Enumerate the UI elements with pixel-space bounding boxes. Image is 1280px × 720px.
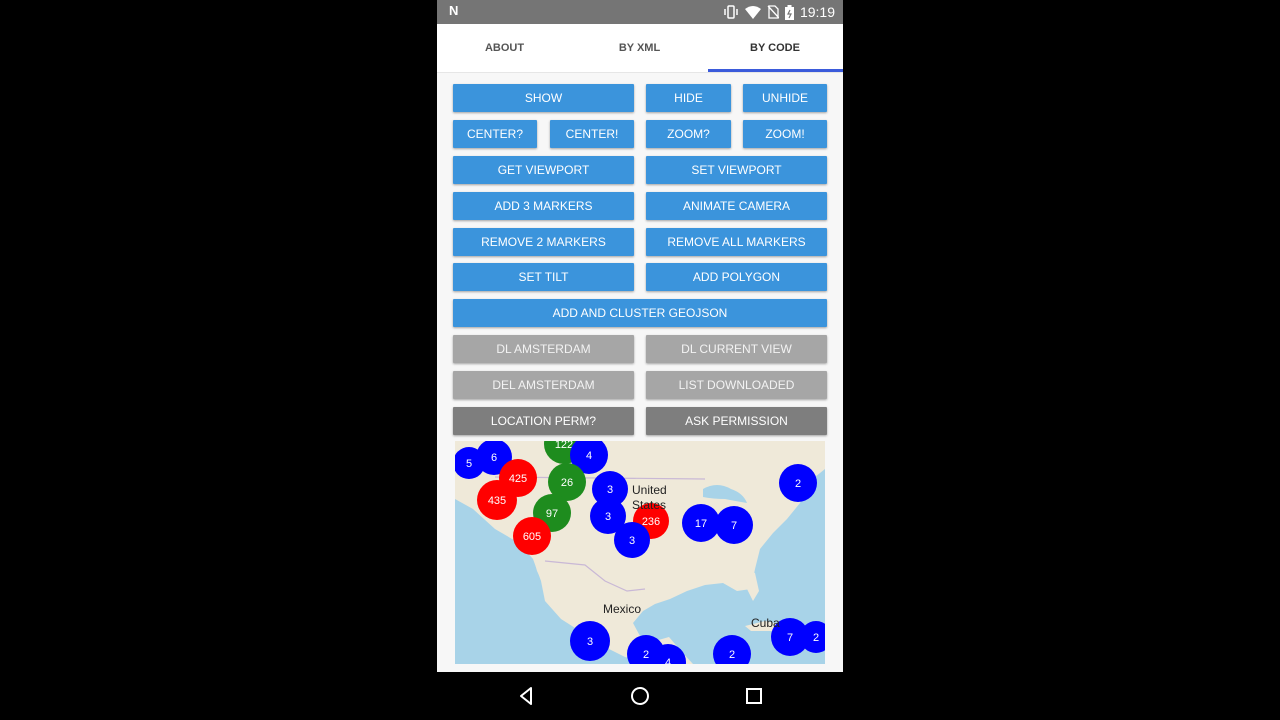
tab-by-xml[interactable]: BY XML <box>572 24 707 72</box>
cluster-count: 7 <box>731 520 737 532</box>
n-logo-icon: N <box>449 3 459 18</box>
cluster-count: 4 <box>586 450 592 462</box>
label-mexico: Mexico <box>603 602 642 616</box>
dl-current-view-button[interactable]: DL CURRENT VIEW <box>646 335 827 363</box>
cluster-count: 4 <box>665 657 671 664</box>
zoom-query-button[interactable]: ZOOM? <box>646 120 731 148</box>
cluster-count: 2 <box>795 478 801 490</box>
cluster-count: 6 <box>491 452 497 464</box>
set-tilt-button[interactable]: SET TILT <box>453 263 634 291</box>
unhide-button[interactable]: UNHIDE <box>743 84 827 112</box>
cluster-count: 5 <box>466 458 472 470</box>
cluster-count: 122 <box>555 441 573 451</box>
cluster-count: 425 <box>509 473 527 485</box>
set-viewport-button[interactable]: SET VIEWPORT <box>646 156 827 184</box>
cluster-marker[interactable]: 3 <box>614 522 650 558</box>
location-perm-button[interactable]: LOCATION PERM? <box>453 407 634 435</box>
active-tab-indicator <box>708 69 843 72</box>
cluster-count: 3 <box>605 511 611 523</box>
list-downloaded-button[interactable]: LIST DOWNLOADED <box>646 371 827 399</box>
get-viewport-button[interactable]: GET VIEWPORT <box>453 156 634 184</box>
remove-2-markers-button[interactable]: REMOVE 2 MARKERS <box>453 228 634 256</box>
center-query-button[interactable]: CENTER? <box>453 120 537 148</box>
map-view[interactable]: 5 6 122 4 425 26 3 2 435 97 3 236 17 7 605 3 3 2 4 2 7 2 Unit… <box>455 441 825 664</box>
dl-amsterdam-button[interactable]: DL AMSTERDAM <box>453 335 634 363</box>
cluster-count: 236 <box>642 516 660 528</box>
cluster-count: 2 <box>729 649 735 661</box>
add-cluster-geojson-button[interactable]: ADD AND CLUSTER GEOJSON <box>453 299 827 327</box>
cluster-count: 435 <box>488 495 506 507</box>
cluster-count: 605 <box>523 531 541 543</box>
cluster-count: 2 <box>813 632 819 644</box>
label-united: United <box>632 483 667 497</box>
cluster-count: 3 <box>629 535 635 547</box>
florida-peninsula <box>745 569 759 601</box>
zoom-button[interactable]: ZOOM! <box>743 120 827 148</box>
add-3-markers-button[interactable]: ADD 3 MARKERS <box>453 192 634 220</box>
no-sim-icon <box>767 5 779 19</box>
cluster-count: 17 <box>695 518 707 530</box>
home-icon[interactable] <box>628 684 652 708</box>
recents-icon[interactable] <box>742 684 766 708</box>
cluster-marker[interactable]: 2 <box>779 464 817 502</box>
cluster-count: 3 <box>587 636 593 648</box>
cluster-count: 7 <box>787 632 793 644</box>
cluster-count: 3 <box>607 484 613 496</box>
remove-all-markers-button[interactable]: REMOVE ALL MARKERS <box>646 228 827 256</box>
status-bar: N 19:19 <box>437 0 843 24</box>
cluster-marker[interactable]: 605 <box>513 517 551 555</box>
back-icon[interactable] <box>514 684 538 708</box>
map-canvas: 5 6 122 4 425 26 3 2 435 97 3 236 17 7 605 3 3 2 4 2 7 2 <box>455 441 825 664</box>
vibrate-icon <box>724 5 738 19</box>
battery-icon <box>784 4 794 20</box>
phone-screen: N 19:19 ABOUT BY XML BY CODE SHOW HIDE U… <box>437 0 843 720</box>
show-button[interactable]: SHOW <box>453 84 634 112</box>
wifi-icon <box>744 5 761 19</box>
add-polygon-button[interactable]: ADD POLYGON <box>646 263 827 291</box>
cluster-count: 26 <box>561 477 573 489</box>
del-amsterdam-button[interactable]: DEL AMSTERDAM <box>453 371 634 399</box>
tab-about[interactable]: ABOUT <box>437 24 572 72</box>
label-cuba: Cuba <box>751 616 780 630</box>
tab-by-code[interactable]: BY CODE <box>707 24 843 72</box>
label-states: States <box>632 498 667 512</box>
cluster-marker[interactable]: 7 <box>715 506 753 544</box>
navigation-bar <box>437 672 843 720</box>
tab-bar: ABOUT BY XML BY CODE <box>437 24 843 73</box>
cluster-marker[interactable]: 17 <box>682 504 720 542</box>
cluster-marker[interactable]: 435 <box>477 480 517 520</box>
animate-camera-button[interactable]: ANIMATE CAMERA <box>646 192 827 220</box>
ask-permission-button[interactable]: ASK PERMISSION <box>646 407 827 435</box>
hide-button[interactable]: HIDE <box>646 84 731 112</box>
clock: 19:19 <box>799 4 835 20</box>
cluster-count: 2 <box>643 649 649 661</box>
center-button[interactable]: CENTER! <box>550 120 634 148</box>
cluster-marker[interactable]: 2 <box>713 635 751 664</box>
cluster-count: 97 <box>546 508 558 520</box>
cluster-marker[interactable]: 3 <box>570 621 610 661</box>
